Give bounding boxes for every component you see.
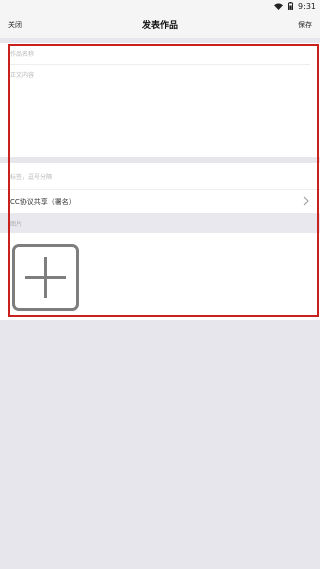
tags-placeholder: 标签，逗号分隔 [10, 174, 53, 181]
battery-icon [288, 2, 294, 10]
body-text-input[interactable]: 正文内容 [10, 70, 310, 150]
license-selector[interactable]: CC协议共享（署名） [0, 190, 320, 212]
divider [10, 64, 310, 65]
plus-icon [25, 257, 66, 298]
body-text-placeholder: 正文内容 [10, 72, 35, 79]
tags-input[interactable]: 标签，逗号分隔 [10, 169, 310, 187]
section-separator [0, 157, 320, 163]
work-title-placeholder: 作品名称 [10, 51, 35, 58]
status-time: 9:31 [298, 1, 316, 11]
work-title-input[interactable]: 作品名称 [10, 43, 310, 63]
images-section-header: 图片 [0, 213, 320, 233]
wifi-icon [274, 2, 284, 10]
page-title: 发表作品 [141, 21, 178, 31]
save-button[interactable]: 保存 [298, 20, 312, 30]
status-icons: 9:31 [274, 0, 316, 12]
chevron-right-icon [303, 196, 309, 206]
nav-bar: 关闭 发表作品 保存 [0, 12, 320, 38]
images-label: 图片 [10, 221, 23, 228]
post-form: 作品名称 正文内容 标签，逗号分隔 CC协议共享（署名） 图片 [0, 43, 320, 320]
status-bar: 9:31 [0, 0, 320, 12]
add-image-button[interactable] [12, 244, 79, 311]
close-button[interactable]: 关闭 [8, 20, 22, 30]
license-label: CC协议共享（署名） [10, 198, 76, 206]
